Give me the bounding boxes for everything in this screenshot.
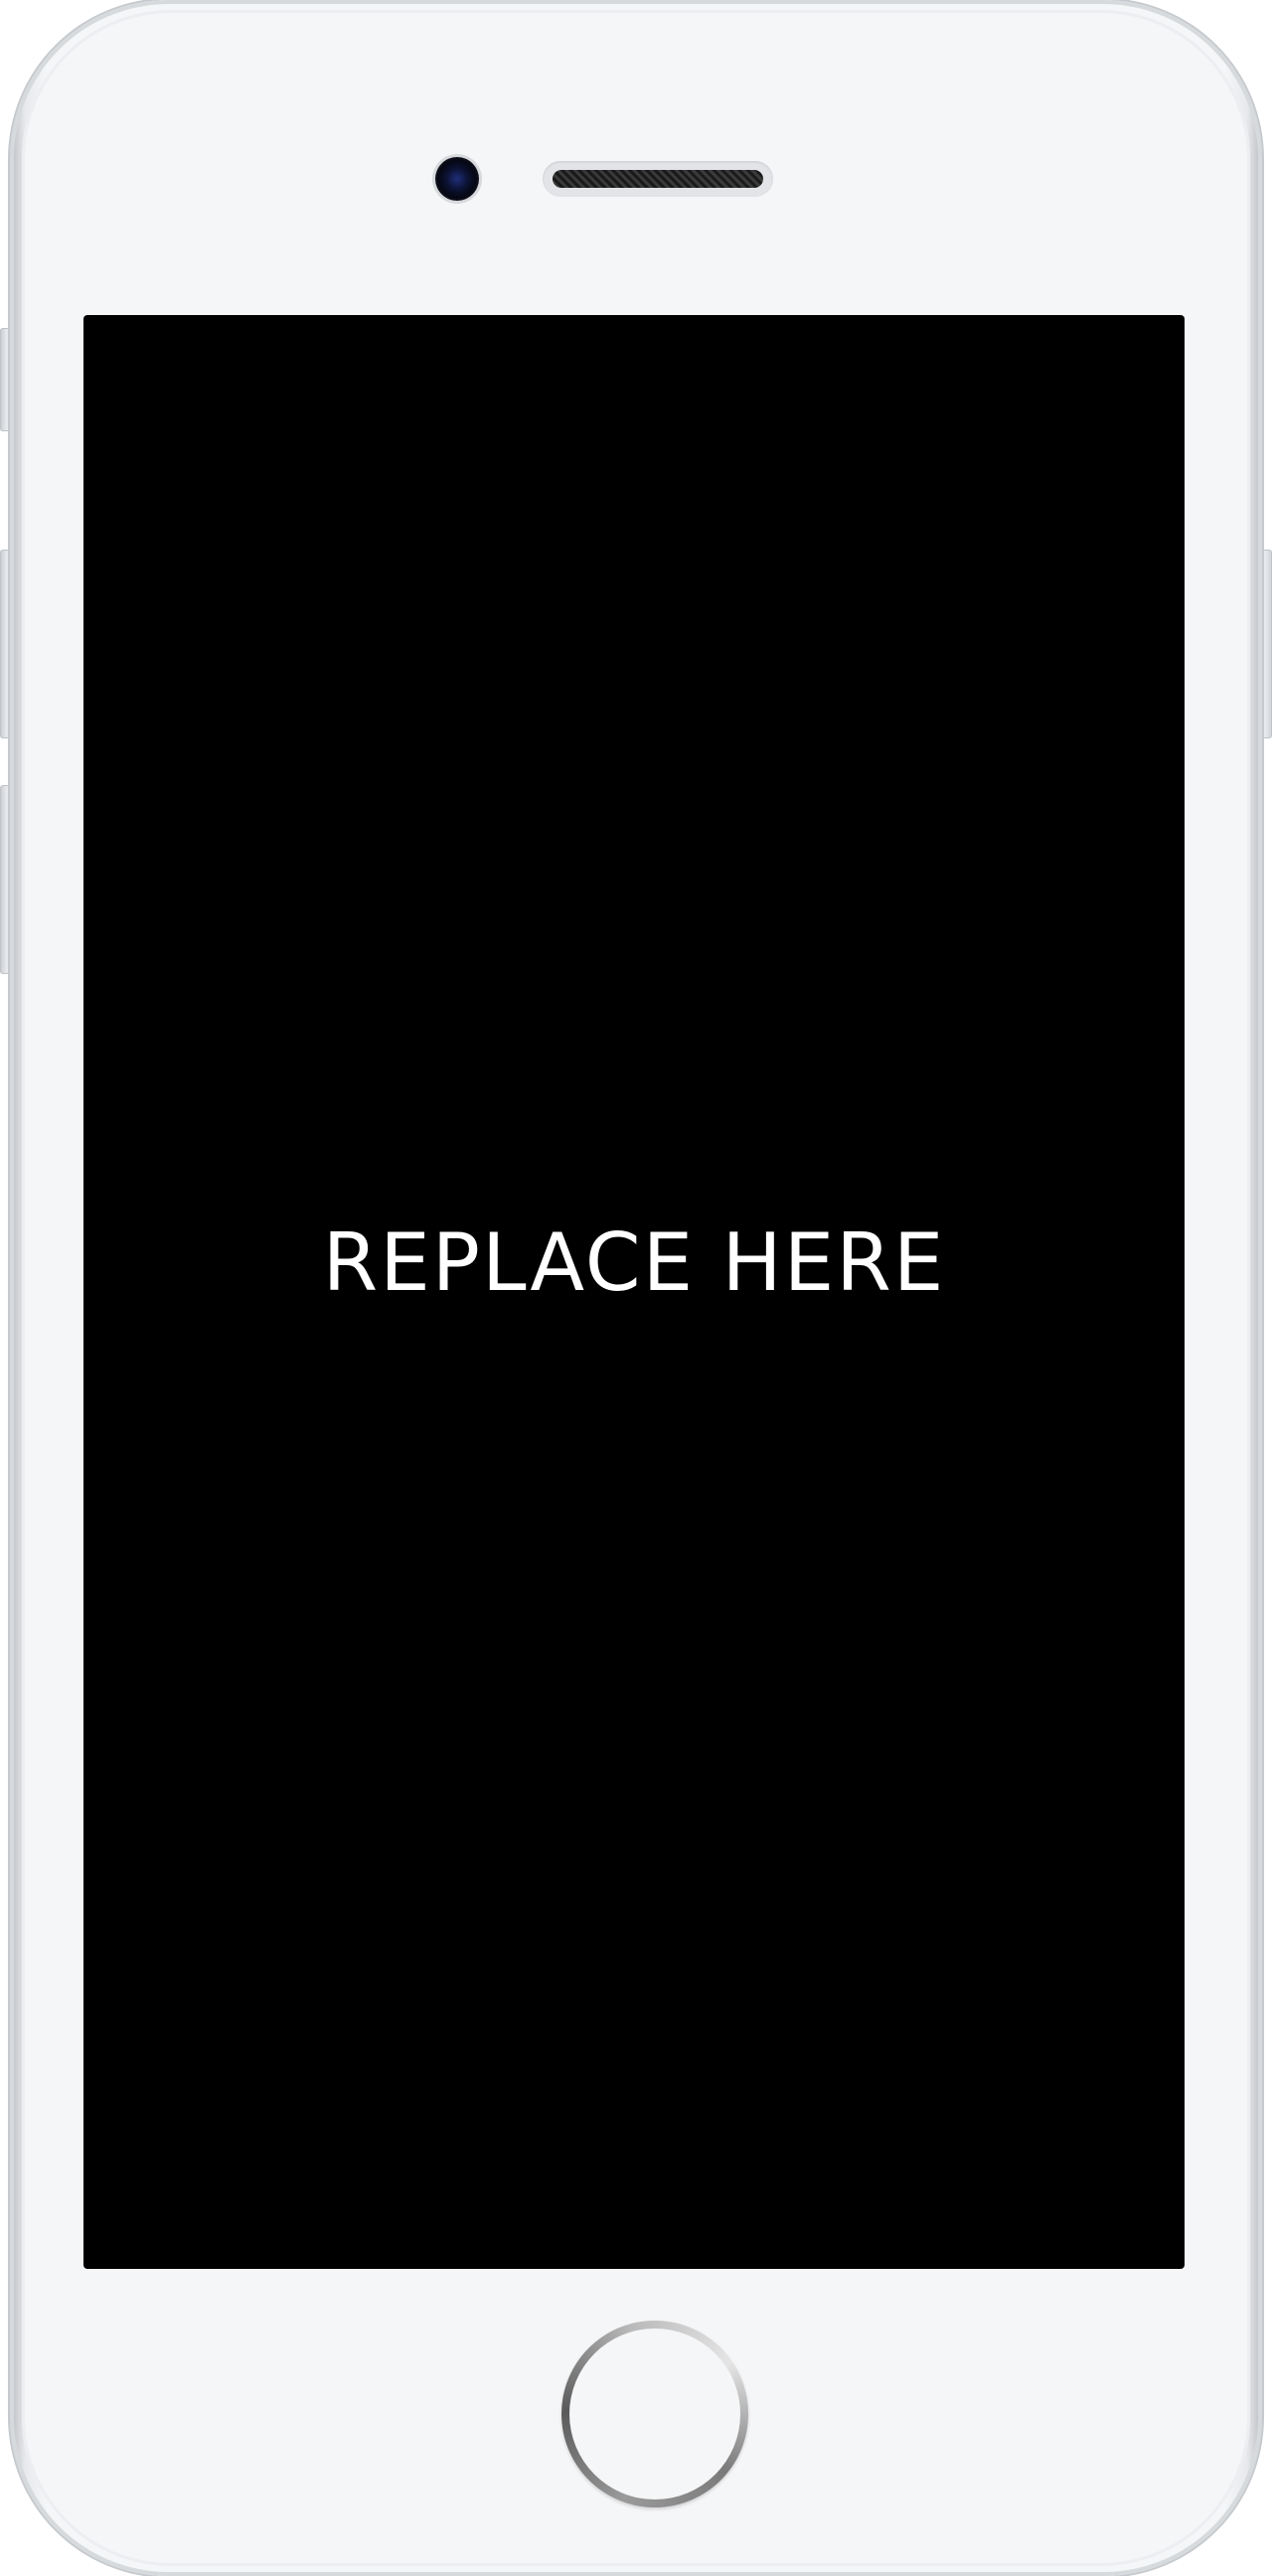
screen[interactable]: REPLACE HERE [83,315,1185,2269]
earpiece-speaker-icon [543,161,773,197]
front-camera-icon [435,157,479,201]
home-button[interactable] [561,2321,748,2507]
home-button-face [569,2329,740,2499]
speaker-grill [553,170,763,188]
screen-placeholder-text: REPLACE HERE [322,1215,946,1309]
device-mockup: REPLACE HERE [0,0,1272,2576]
